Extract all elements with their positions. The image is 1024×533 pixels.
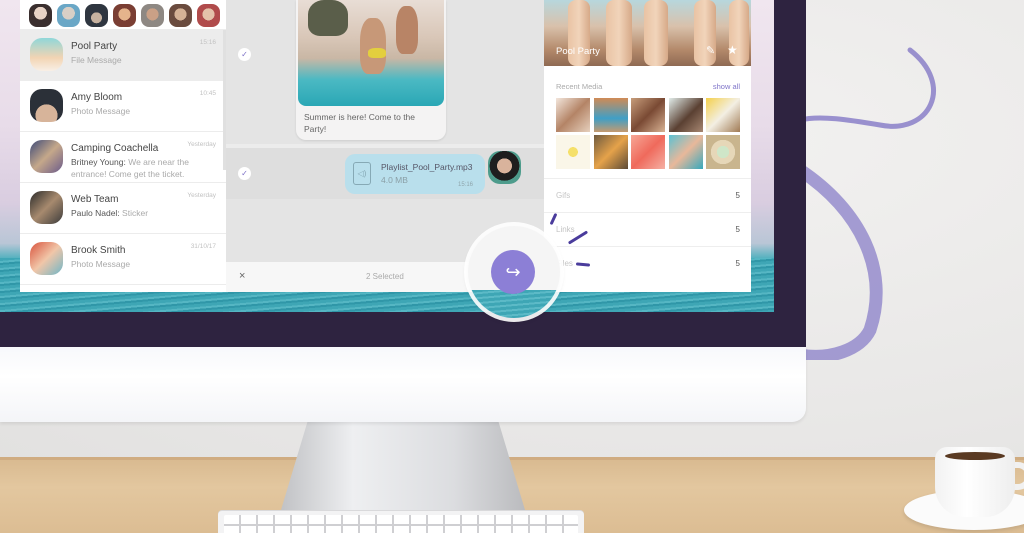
chat-item-camping-coachella[interactable]: Camping Coachella Britney Young: We are … [20, 132, 226, 183]
chat-item-amy-bloom[interactable]: Amy Bloom Photo Message 10:45 [20, 81, 226, 132]
file-name: Playlist_Pool_Party.mp3 [381, 162, 473, 172]
media-thumbnail[interactable] [556, 98, 590, 132]
avatar[interactable] [29, 4, 52, 27]
media-thumbnail[interactable] [593, 98, 628, 132]
chat-name: Camping Coachella [71, 143, 159, 154]
forward-icon: ↪ [505, 261, 521, 282]
story-avatars-row [20, 0, 226, 30]
chat-item-web-team[interactable]: Web Team Paulo Nadel: Sticker Yesterday [20, 183, 226, 234]
photo-message-row[interactable]: ✓ Summer is here! Come to the Party! [226, 0, 544, 144]
chat-avatar [30, 89, 63, 122]
chat-name: Pool Party [71, 41, 118, 52]
forward-button[interactable]: ↪ [491, 250, 535, 294]
chat-preview: Photo Message [71, 106, 131, 116]
stat-value: 5 [735, 191, 740, 200]
chat-avatar [30, 140, 63, 173]
avatar[interactable] [113, 4, 136, 27]
group-info-panel: Pool Party ✎ ★ Recent Media show all Gif… [544, 0, 751, 292]
chat-time: 15:16 [199, 39, 216, 46]
conversation-panel: ✓ Summer is here! Come to the Party! ✓ ◁… [226, 0, 544, 262]
avatar[interactable] [141, 4, 164, 27]
chat-time: Yesterday [187, 141, 216, 148]
media-thumbnail[interactable] [706, 98, 740, 132]
magnifier-lens: ↪ [468, 226, 560, 318]
chat-avatar [30, 191, 63, 224]
chat-preview-text: Sticker [122, 208, 149, 218]
chat-name: Brook Smith [71, 245, 126, 256]
chat-preview: File Message [71, 55, 122, 65]
file-time: 15:16 [457, 182, 473, 188]
stat-value: 5 [735, 259, 740, 268]
media-thumbnail[interactable] [556, 135, 590, 169]
chat-name: Web Team [71, 194, 119, 205]
imac-stand [278, 420, 528, 520]
group-cover-photo: Pool Party ✎ ★ [544, 0, 751, 66]
media-thumbnail[interactable] [668, 98, 703, 132]
coffee [945, 452, 1005, 460]
stat-value: 5 [735, 225, 740, 234]
stat-label: Gifs [556, 191, 571, 200]
chat-item-pool-party[interactable]: Pool Party File Message 15:16 [20, 30, 226, 81]
selected-check-icon[interactable]: ✓ [238, 167, 251, 180]
file-message-bubble[interactable]: ◁) Playlist_Pool_Party.mp3 4.0 MB 15:16 [345, 154, 485, 194]
pool-party-photo [298, 0, 444, 106]
selected-check-icon[interactable]: ✓ [238, 48, 251, 61]
star-icon[interactable]: ★ [727, 43, 738, 57]
chat-preview: Paulo Nadel: Sticker [71, 207, 211, 219]
selected-count: 2 Selected [366, 272, 404, 281]
media-thumbnail[interactable] [631, 135, 665, 169]
stat-row-gifs[interactable]: Gifs 5 [544, 178, 751, 212]
avatar[interactable] [57, 4, 80, 27]
media-thumbnail[interactable] [668, 135, 703, 169]
chat-preview: Britney Young: We are near the entrance!… [71, 156, 211, 180]
media-thumbnail[interactable] [593, 135, 628, 169]
avatar[interactable] [85, 4, 108, 27]
close-icon[interactable]: × [239, 270, 245, 282]
chat-list-panel: Pool Party File Message 15:16 Amy Bloom … [20, 0, 226, 292]
screen: Pool Party File Message 15:16 Amy Bloom … [0, 0, 774, 312]
chat-item-brook-smith[interactable]: Brook Smith Photo Message 31/10/17 [20, 234, 226, 285]
chat-time: 10:45 [199, 90, 216, 97]
chat-avatar [30, 242, 63, 275]
audio-file-icon: ◁) [353, 162, 371, 185]
chat-avatar [30, 38, 63, 71]
photo-message-bubble[interactable]: Summer is here! Come to the Party! [296, 0, 446, 140]
show-all-link[interactable]: show all [713, 82, 740, 91]
imac-bezel: Pool Party File Message 15:16 Amy Bloom … [0, 0, 806, 347]
chat-name: Amy Bloom [71, 92, 123, 103]
avatar[interactable] [169, 4, 192, 27]
media-thumbnail[interactable] [631, 98, 665, 132]
sender-avatar[interactable] [488, 151, 521, 184]
chat-time: 31/10/17 [190, 243, 216, 250]
media-thumbnail[interactable] [706, 135, 740, 169]
lens-sea [468, 290, 560, 318]
chat-sender: Paulo Nadel: [71, 208, 120, 218]
media-grid [556, 98, 740, 169]
chat-sender: Britney Young: [71, 157, 126, 167]
keyboard [218, 511, 584, 533]
chat-time: Yesterday [187, 192, 216, 199]
photo-caption: Summer is here! Come to the Party! [304, 112, 416, 134]
pencil-icon[interactable]: ✎ [706, 44, 715, 57]
imac-chin [0, 346, 806, 422]
stat-label: Links [556, 225, 575, 234]
avatar[interactable] [197, 4, 220, 27]
chat-preview: Photo Message [71, 259, 131, 269]
file-message-row[interactable]: ✓ ◁) Playlist_Pool_Party.mp3 4.0 MB 15:1… [226, 144, 544, 199]
recent-media-label: Recent Media [556, 82, 603, 91]
group-name: Pool Party [556, 46, 600, 57]
file-size: 4.0 MB [381, 175, 408, 185]
keyboard-keys [224, 515, 578, 533]
